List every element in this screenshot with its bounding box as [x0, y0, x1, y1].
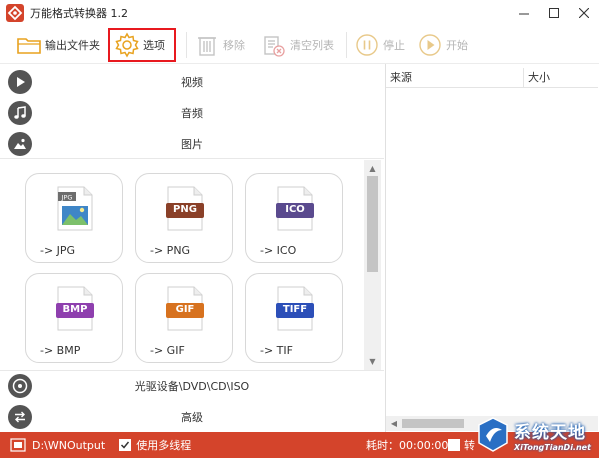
output-folder-label: 输出文件夹	[45, 38, 100, 52]
site-watermark: 系统天地 XiTongTianDi.net	[476, 412, 599, 458]
format-card-png[interactable]: PNG -> PNG	[135, 173, 233, 263]
category-advanced[interactable]: 高级	[0, 401, 384, 432]
options-label: 选项	[143, 38, 165, 52]
checkmark-icon	[121, 441, 130, 449]
format-card-bmp[interactable]: BMP -> BMP	[25, 273, 123, 363]
after-convert-checkbox[interactable]	[448, 439, 460, 451]
elapsed-time: 耗时：00:00:00	[366, 439, 449, 452]
column-size[interactable]: 大小	[524, 68, 584, 88]
output-folder-icon[interactable]	[10, 438, 26, 452]
category-panel: 视频 音频 图片 JPG -> JPG PNG -> PNG ICO -> IC…	[0, 64, 384, 432]
disc-icon	[8, 374, 32, 398]
file-list-header: 来源 大小	[386, 68, 598, 88]
file-list-panel: 来源 大小 ◀	[385, 64, 599, 432]
category-video-label: 视频	[181, 75, 203, 89]
folder-icon	[17, 37, 41, 54]
output-path[interactable]: D:\WNOutput	[32, 439, 105, 452]
category-image-label: 图片	[181, 137, 203, 151]
music-note-icon	[8, 100, 32, 125]
format-grid-scrollbar[interactable]: ▲ ▼	[364, 160, 381, 370]
jpg-file-icon: JPG	[57, 186, 93, 231]
column-source[interactable]: 来源	[386, 68, 524, 88]
format-label-bmp: -> BMP	[40, 344, 81, 357]
swap-arrows-icon	[8, 404, 32, 429]
clear-list-button[interactable]: 清空列表	[257, 28, 338, 62]
window-title: 万能格式转换器 1.2	[30, 7, 128, 20]
minimize-icon	[519, 13, 529, 15]
format-grid: JPG -> JPG PNG -> PNG ICO -> ICO BMP -> …	[0, 158, 384, 368]
scroll-thumb[interactable]	[367, 176, 378, 272]
format-card-jpg[interactable]: JPG -> JPG	[25, 173, 123, 263]
app-logo-icon	[6, 4, 24, 22]
format-label-ico: -> ICO	[260, 244, 297, 257]
stop-button[interactable]: 停止	[350, 28, 409, 62]
watermark-url: XiTongTianDi.net	[514, 443, 591, 452]
format-card-ico[interactable]: ICO -> ICO	[245, 173, 343, 263]
options-button[interactable]: 选项	[108, 27, 176, 62]
format-label-png: -> PNG	[150, 244, 191, 257]
scroll-down-arrow[interactable]: ▼	[364, 354, 381, 368]
watermark-logo-icon	[478, 417, 508, 452]
watermark-title: 系统天地	[514, 423, 586, 443]
maximize-icon	[549, 8, 559, 18]
toolbar-divider	[186, 31, 187, 58]
format-badge-gif: GIF	[175, 304, 195, 315]
multithread-label: 使用多线程	[136, 439, 192, 452]
format-badge-png: PNG	[173, 204, 197, 215]
format-badge-tiff: TIFF	[282, 304, 308, 315]
minimize-button[interactable]	[509, 0, 539, 26]
category-audio[interactable]: 音频	[0, 97, 384, 128]
start-button[interactable]: 开始	[413, 28, 472, 62]
category-image[interactable]: 图片	[0, 128, 384, 159]
play-circle-icon	[8, 69, 32, 94]
output-folder-button[interactable]: 输出文件夹	[12, 28, 104, 62]
format-label-jpg: -> JPG	[40, 244, 76, 257]
format-card-gif[interactable]: GIF -> GIF	[135, 273, 233, 363]
format-badge-bmp: BMP	[62, 304, 88, 315]
format-label-gif: -> GIF	[150, 344, 185, 357]
close-icon	[579, 8, 589, 18]
stop-label: 停止	[383, 38, 405, 52]
format-card-tif[interactable]: TIFF -> TIF	[245, 273, 343, 363]
toolbar-divider-2	[346, 31, 347, 58]
clear-list-icon	[264, 35, 285, 57]
multithread-checkbox[interactable]	[119, 439, 132, 451]
format-label-tif: -> TIF	[260, 344, 293, 357]
hscroll-thumb[interactable]	[402, 419, 464, 428]
clear-list-label: 清空列表	[290, 38, 334, 52]
category-disc-label: 光驱设备\DVD\CD\ISO	[134, 380, 250, 393]
category-disc[interactable]: 光驱设备\DVD\CD\ISO	[0, 370, 384, 401]
category-video[interactable]: 视频	[0, 66, 384, 97]
title-bar: 万能格式转换器 1.2	[0, 0, 599, 26]
play-icon	[419, 33, 441, 56]
toolbar: 输出文件夹 选项 移除 清空列表 停止 开始	[0, 26, 599, 64]
remove-button[interactable]: 移除	[190, 28, 249, 62]
maximize-button[interactable]	[539, 0, 569, 26]
close-button[interactable]	[569, 0, 599, 26]
format-badge-ico: ICO	[285, 204, 305, 215]
after-convert-label: 转	[464, 439, 475, 452]
start-label: 开始	[446, 38, 468, 52]
svg-text:JPG: JPG	[61, 194, 73, 202]
trash-icon	[198, 36, 216, 56]
remove-label: 移除	[223, 38, 245, 52]
scroll-left-arrow[interactable]: ◀	[387, 416, 401, 431]
image-icon	[8, 131, 32, 156]
category-audio-label: 音频	[181, 106, 203, 120]
category-advanced-label: 高级	[181, 410, 203, 424]
gear-icon	[115, 31, 139, 58]
pause-icon	[356, 33, 378, 56]
scroll-up-arrow[interactable]: ▲	[364, 161, 381, 175]
